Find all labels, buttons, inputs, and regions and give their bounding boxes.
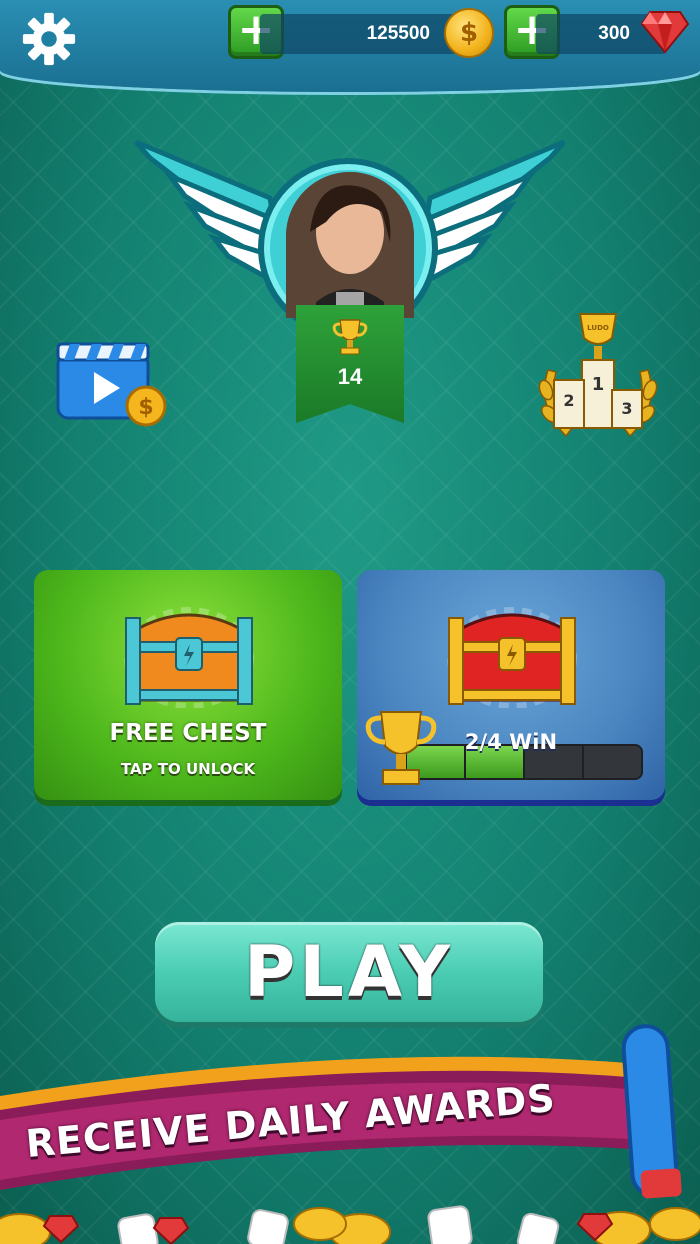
watch-video-button[interactable]: $ — [56, 340, 170, 428]
coin-balance-value: 125500 — [366, 23, 430, 44]
gem-icon — [640, 11, 690, 54]
avatar[interactable] — [286, 172, 414, 318]
trophy-count: 14 — [337, 364, 363, 389]
coin-symbol: $ — [459, 18, 479, 48]
free-chest-card[interactable]: FREE CHEST TAP TO UNLOCK — [34, 570, 342, 800]
podium-first: 1 — [592, 374, 605, 395]
free-chest-title: FREE CHEST — [109, 720, 267, 746]
free-chest-subtitle: TAP TO UNLOCK — [120, 760, 256, 778]
chest-icon — [447, 607, 577, 708]
win-chest-card[interactable]: 2/4 WiN — [357, 570, 665, 800]
trophy-icon — [365, 711, 437, 785]
chest-icon — [124, 607, 254, 708]
gem-balance-value: 300 — [598, 23, 630, 44]
podium-second: 2 — [563, 391, 574, 410]
gear-icon[interactable] — [20, 10, 78, 68]
podium-third: 3 — [621, 399, 632, 418]
play-button[interactable]: PLAY — [155, 922, 543, 1022]
leaderboard-button[interactable]: LUDO 1 2 3 — [536, 310, 660, 450]
trophy-icon — [332, 319, 368, 355]
coin-balance: 125500 — [260, 14, 470, 54]
svg-text:LUDO: LUDO — [587, 324, 609, 332]
svg-text:$: $ — [138, 395, 153, 420]
coin-icon: $ — [444, 8, 494, 58]
